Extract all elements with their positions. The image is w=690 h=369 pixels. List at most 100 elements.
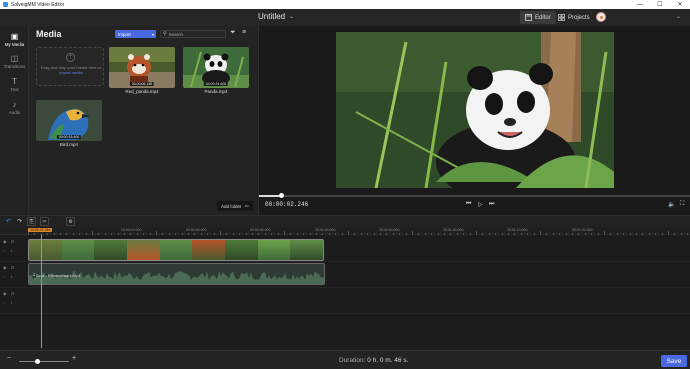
- ruler-tick: [552, 233, 554, 235]
- play-icon[interactable]: ▷: [478, 201, 483, 208]
- ruler-tick: [431, 233, 433, 235]
- split-icon[interactable]: ⎘: [27, 217, 36, 226]
- next-frame-icon[interactable]: ⏭: [489, 201, 494, 208]
- preview-scrubber[interactable]: [259, 193, 690, 198]
- settings-icon[interactable]: ⚙: [66, 217, 75, 226]
- mute-icon[interactable]: ◌: [3, 274, 5, 279]
- zoom-out-icon[interactable]: −: [7, 355, 11, 362]
- panda-video-frame: [336, 32, 614, 188]
- undo-icon[interactable]: ↶: [4, 217, 13, 226]
- ruler-label: 00:00:20.000: [186, 228, 207, 232]
- trash-icon[interactable]: ▪: [11, 274, 12, 279]
- lock-icon[interactable]: ⊡: [11, 239, 14, 244]
- ruler-tick: [584, 233, 586, 235]
- lock-icon[interactable]: ⊡: [11, 291, 14, 296]
- media-thumbnail-bird[interactable]: 00:00:15.400: [36, 100, 102, 141]
- playhead-time: 00:00:02.246: [28, 228, 53, 232]
- track-controls: ◉ ⊡ ◌ ▪: [3, 291, 23, 311]
- rail-item-label: Text: [10, 87, 19, 92]
- playhead[interactable]: [41, 235, 42, 348]
- media-search[interactable]: ⚲: [160, 30, 226, 38]
- import-button-label: Import: [118, 31, 131, 37]
- chevron-down-icon[interactable]: ⌄: [676, 13, 681, 20]
- rail-item-my-media[interactable]: ▣ My Media: [0, 28, 29, 52]
- ruler-tick: [399, 233, 401, 235]
- add-folder-button[interactable]: Add folder ▭: [217, 201, 253, 211]
- folder-icon: ▭: [244, 203, 249, 208]
- audio-clip-name: Sofa - Extraordinary.mp3: [36, 273, 81, 278]
- ruler-tick: [194, 233, 196, 235]
- mute-icon[interactable]: ◌: [3, 300, 5, 305]
- eye-icon[interactable]: ◉: [3, 291, 7, 296]
- eye-icon[interactable]: ◉: [3, 239, 7, 244]
- ruler-tick: [450, 233, 452, 235]
- import-button[interactable]: Import ▾: [115, 30, 156, 38]
- media-dropzone[interactable]: + Drag and drop your media here or impor…: [36, 47, 104, 86]
- video-preview[interactable]: [336, 32, 614, 188]
- rail-item-transitions[interactable]: ◫ Transitions: [0, 50, 29, 74]
- save-button[interactable]: Save: [661, 355, 687, 367]
- volume-icon[interactable]: 🔈: [668, 201, 675, 208]
- zoom-slider[interactable]: [19, 361, 69, 362]
- timeline-ruler[interactable]: 00:00:10.000 00:00:20.000 00:00:30.000 0…: [0, 227, 690, 235]
- scrubber-handle[interactable]: [278, 193, 284, 198]
- fullscreen-icon[interactable]: ⛶: [680, 201, 684, 208]
- ruler-tick: [597, 233, 599, 235]
- ruler-tick: [162, 233, 164, 235]
- trash-icon[interactable]: ▪: [11, 300, 12, 305]
- audio-clip[interactable]: ♫ Sofa - Extraordinary.mp3: [28, 263, 325, 285]
- add-folder-label: Add folder: [221, 203, 242, 209]
- ruler-tick: [328, 233, 330, 235]
- eye-icon[interactable]: ◉: [3, 265, 7, 270]
- previous-frame-icon[interactable]: ⏮: [466, 201, 471, 208]
- ruler-tick: [533, 233, 535, 235]
- video-clip[interactable]: [28, 239, 324, 261]
- import-media-link[interactable]: import media: [59, 70, 82, 75]
- project-title-dropdown[interactable]: Untitled ⌄: [258, 12, 294, 21]
- filter-icon[interactable]: ⏷: [230, 29, 236, 37]
- ruler-tick: [437, 233, 439, 235]
- trash-icon[interactable]: ▪: [11, 248, 12, 253]
- ruler-tick: [661, 233, 663, 235]
- ruler-label: 00:00:10.000: [121, 228, 142, 232]
- ruler-tick: [636, 233, 637, 235]
- rail-item-audio[interactable]: ♪ Audio: [0, 96, 29, 120]
- projects-tab[interactable]: Projects: [553, 11, 595, 24]
- lock-icon[interactable]: ⊡: [11, 265, 14, 270]
- zoom-slider-handle[interactable]: [34, 359, 40, 364]
- rail-item-text[interactable]: T Text: [0, 73, 29, 97]
- ruler-tick: [290, 233, 292, 235]
- minimize-button[interactable]: —: [630, 0, 650, 9]
- ruler-tick: [540, 231, 541, 235]
- search-input[interactable]: [168, 31, 224, 37]
- clip-frame: [159, 240, 193, 260]
- media-thumbnail-red-panda[interactable]: 00:00:06.140: [109, 47, 175, 88]
- ruler-tick: [92, 231, 93, 235]
- user-avatar[interactable]: [596, 12, 606, 22]
- media-item-name: Panda.mp4: [204, 89, 228, 94]
- mute-icon[interactable]: ◌: [3, 248, 5, 253]
- ruler-tick: [629, 233, 631, 235]
- title-bar: SolveigMM Video Editor — ☐ ✕: [0, 0, 690, 9]
- ruler-tick: [252, 233, 253, 235]
- window-title: SolveigMM Video Editor: [11, 1, 65, 8]
- panel-title: Media: [36, 29, 62, 39]
- maximize-button[interactable]: ☐: [650, 0, 670, 9]
- text-icon: T: [12, 77, 17, 86]
- redo-icon[interactable]: ↷: [15, 217, 24, 226]
- editor-tab-label: Editor: [535, 14, 551, 21]
- cut-icon[interactable]: ✂: [40, 217, 49, 226]
- zoom-in-icon[interactable]: +: [72, 355, 76, 362]
- sort-icon[interactable]: ≡: [242, 29, 246, 36]
- ruler-tick: [348, 231, 349, 235]
- ruler-tick: [642, 233, 644, 235]
- editor-tab[interactable]: Editor: [520, 11, 556, 24]
- media-thumbnail-panda[interactable]: 00:00:24.600: [183, 47, 249, 88]
- empty-track: ◉ ⊡ ◌ ▪: [0, 288, 690, 314]
- clip-frame: [61, 240, 95, 260]
- duration-badge: 00:00:15.400: [56, 135, 82, 139]
- preview-timecode: 00:00:02.246: [265, 201, 309, 208]
- close-button[interactable]: ✕: [670, 0, 690, 9]
- ruler-tick: [680, 233, 682, 235]
- dropzone-text: Drag and drop your media here or import …: [40, 65, 102, 75]
